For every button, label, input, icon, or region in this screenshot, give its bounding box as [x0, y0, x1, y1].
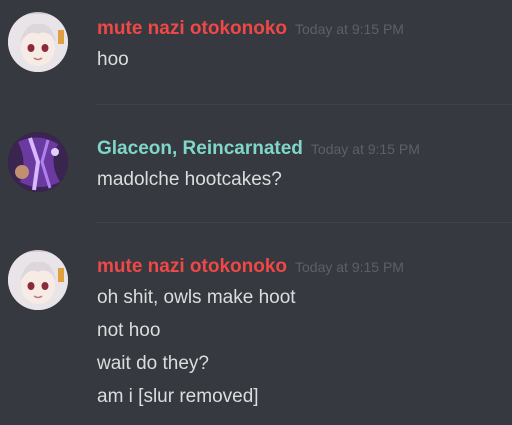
message-text: not hoo [97, 320, 161, 341]
purple-dragon-avatar-icon [8, 132, 68, 192]
message-header: mute nazi otokonoko Today at 9:15 PM [97, 256, 404, 278]
username[interactable]: mute nazi otokonoko [97, 256, 287, 277]
message-text: oh shit, owls make hoot [97, 287, 296, 308]
timestamp: Today at 9:15 PM [295, 259, 404, 275]
chat-messages: mute nazi otokonoko Today at 9:15 PM hoo … [0, 0, 512, 425]
message-header: Glaceon, Reincarnated Today at 9:15 PM [97, 138, 420, 160]
timestamp: Today at 9:15 PM [295, 21, 404, 37]
message-text: wait do they? [97, 353, 209, 374]
user-avatar[interactable] [8, 250, 68, 310]
pale-haired-girl-avatar-icon [8, 12, 68, 72]
message-text: hoo [97, 49, 129, 70]
username[interactable]: Glaceon, Reincarnated [97, 138, 303, 159]
pale-haired-girl-avatar-icon [8, 250, 68, 310]
timestamp: Today at 9:15 PM [310, 141, 420, 157]
message-header: mute nazi otokonoko Today at 9:15 PM [97, 18, 404, 40]
message-group: Glaceon, Reincarnated Today at 9:15 PM ma… [0, 105, 512, 220]
message-text: madolche hootcakes? [97, 169, 282, 190]
user-avatar[interactable] [8, 12, 68, 72]
user-avatar[interactable] [8, 132, 68, 192]
message-group: mute nazi otokonoko Today at 9:15 PM hoo [0, 0, 512, 100]
message-group: mute nazi otokonoko Today at 9:15 PM oh s… [0, 223, 512, 425]
message-text: am i [slur removed] [97, 386, 259, 407]
username[interactable]: mute nazi otokonoko [97, 18, 287, 39]
